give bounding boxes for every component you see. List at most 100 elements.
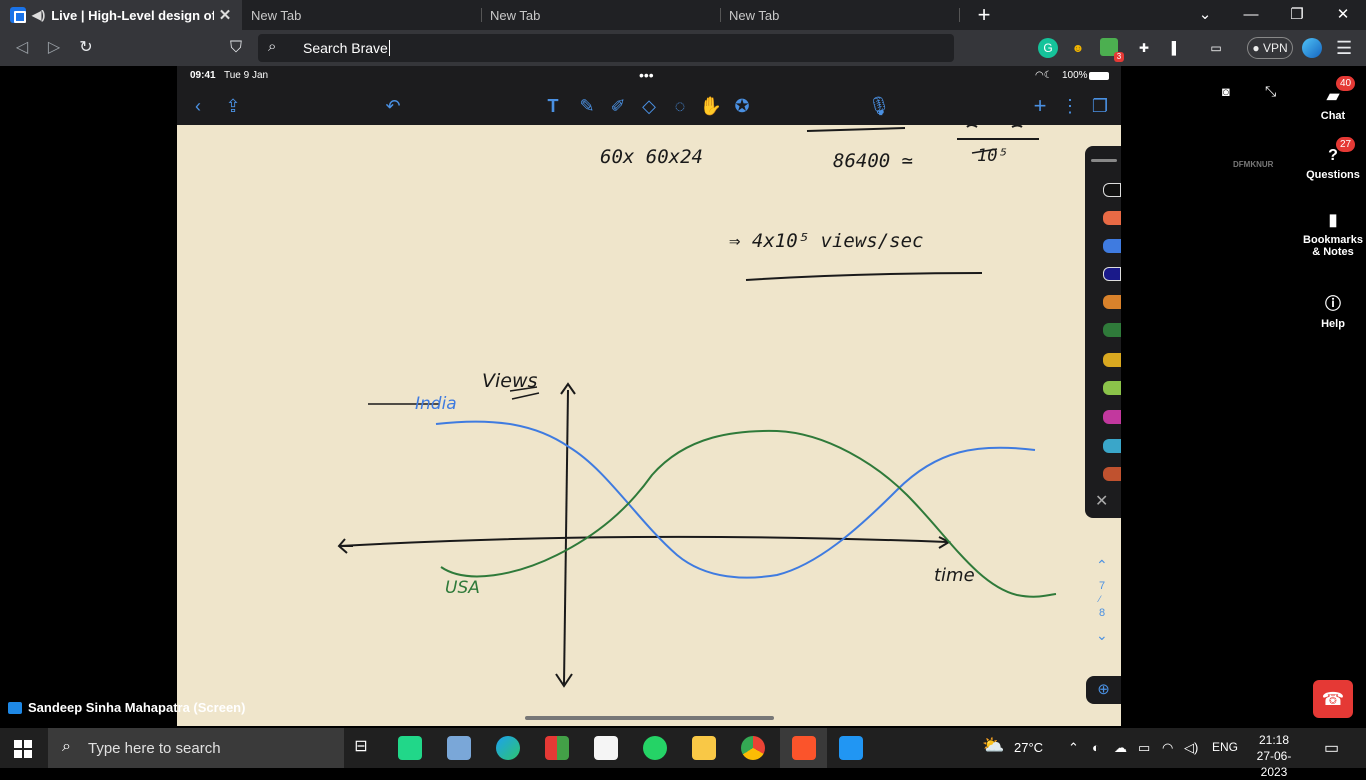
palette-handle[interactable]	[1091, 159, 1117, 162]
vpn-button[interactable]: ● VPN	[1247, 37, 1293, 59]
presenter-label: Sandeep Sinha Mahapatra (Screen)	[8, 700, 245, 715]
add-page-icon[interactable]: +	[1028, 94, 1052, 118]
questions-badge: 27	[1336, 137, 1356, 152]
ipad-status-bar: 09:41 Tue 9 Jan ••• ◠☾ 100%	[177, 66, 1121, 86]
whiteboard-canvas[interactable]: 60x 60x24 86400 ≃ 10⁵ ⇒ 4x10⁵ views/sec …	[177, 124, 1086, 726]
windows-start-icon[interactable]	[14, 740, 32, 758]
forward-arrow-icon[interactable]: ▷	[42, 36, 66, 60]
close-palette-icon[interactable]: ✕	[1095, 491, 1108, 511]
volume-icon[interactable]: ◁)	[1184, 740, 1198, 756]
lasso-tool-icon[interactable]: ◌	[668, 94, 692, 118]
pen-black[interactable]	[1103, 183, 1121, 197]
reload-icon[interactable]: ↻	[74, 36, 98, 60]
omnibox-text: Search Brave	[303, 40, 388, 56]
grammarly-extension-icon[interactable]: G	[1038, 38, 1058, 58]
page-sep: ⁄	[1099, 594, 1101, 604]
menu-hamburger-icon[interactable]: ☰	[1336, 38, 1352, 59]
more-vertical-icon[interactable]: ⋮	[1058, 94, 1082, 118]
page-up-chevron-icon[interactable]: ⌃	[1096, 557, 1108, 574]
app-cube-icon[interactable]	[447, 736, 471, 760]
highlighter-rust[interactable]	[1103, 467, 1121, 481]
new-tab-button[interactable]: +	[972, 2, 996, 28]
highlighter-lime[interactable]	[1103, 381, 1121, 395]
chat-button[interactable]: ▰ 40 Chat	[1302, 76, 1364, 122]
minimize-button[interactable]: —	[1228, 0, 1274, 30]
close-window-button[interactable]: ✕	[1320, 0, 1366, 30]
language-indicator[interactable]: ENG	[1212, 740, 1238, 754]
weather-icon[interactable]: ⛅	[982, 735, 1004, 756]
highlighter-magenta[interactable]	[1103, 410, 1121, 424]
brave-icon[interactable]	[792, 736, 816, 760]
undo-icon[interactable]: ↶	[381, 94, 405, 118]
tab-new-3[interactable]: New Tab	[720, 0, 959, 30]
back-chevron-icon[interactable]: ‹	[186, 94, 210, 118]
bookmarks-button[interactable]: ▮ Bookmarks & Notes	[1302, 210, 1364, 258]
wallet-icon[interactable]: ▭	[1206, 38, 1226, 58]
person-extension-icon[interactable]: ☻	[1068, 38, 1088, 58]
tab-search-chevron-icon[interactable]: ⌄	[1182, 0, 1228, 30]
speaker-icon[interactable]: ◀)	[32, 8, 45, 22]
taskbar-search-box[interactable]: ⌕ Type here to search	[48, 728, 344, 768]
pen-green[interactable]	[1103, 323, 1121, 337]
questions-button[interactable]: ? 27 Questions	[1302, 137, 1364, 181]
taskbar-search-placeholder: Type here to search	[88, 740, 221, 757]
highlighter-tool-icon[interactable]: ✐	[606, 94, 630, 118]
close-tab-icon[interactable]: ✕	[214, 6, 236, 24]
omnibox[interactable]: ⌕ Search Brave	[258, 34, 954, 62]
camera-off-icon[interactable]: ◙	[1222, 84, 1230, 99]
battery-tray-icon[interactable]: ▭	[1138, 740, 1150, 756]
screen-scrollbar[interactable]	[525, 716, 774, 720]
battery-icon	[1089, 72, 1109, 80]
cloud-icon[interactable]: ☁	[1114, 740, 1127, 756]
whatsapp-icon[interactable]	[643, 736, 667, 760]
file-explorer-icon[interactable]	[692, 736, 716, 760]
store-icon[interactable]	[594, 736, 618, 760]
tray-app-icon[interactable]: ◐	[1092, 740, 1100, 755]
tab-new-2[interactable]: New Tab	[481, 0, 720, 30]
sidebar-icon[interactable]: ▌	[1166, 38, 1186, 58]
task-view-icon[interactable]: ⊟	[349, 736, 373, 760]
extension-badge: 3	[1114, 52, 1124, 62]
pen-orange[interactable]	[1103, 295, 1121, 309]
tray-chevron-icon[interactable]: ⌃	[1068, 740, 1079, 756]
laser-tool-icon[interactable]: ✪	[730, 94, 754, 118]
back-arrow-icon[interactable]: ◁	[10, 36, 34, 60]
vscode-icon[interactable]	[839, 736, 863, 760]
highlighter-yellow[interactable]	[1103, 353, 1121, 367]
profile-avatar[interactable]	[1302, 38, 1322, 58]
office-icon[interactable]	[545, 736, 569, 760]
pen-tool-icon[interactable]: ✎	[575, 94, 599, 118]
highlighter-cyan[interactable]	[1103, 439, 1121, 453]
shapes-tool-icon[interactable]: ✋	[699, 94, 723, 118]
pages-icon[interactable]: ❐	[1088, 94, 1112, 118]
wifi-tray-icon[interactable]: ◠	[1162, 740, 1173, 756]
tab-live[interactable]: ◀) Live | High-Level design of You ✕	[0, 0, 242, 30]
page-down-chevron-icon[interactable]: ⌄	[1096, 627, 1108, 644]
tab-new-1[interactable]: New Tab	[242, 0, 481, 30]
microphone-icon[interactable]: 🎙	[867, 94, 891, 118]
end-call-button[interactable]: ☎	[1313, 680, 1353, 718]
restore-button[interactable]: ❐	[1274, 0, 1320, 30]
pycharm-icon[interactable]	[398, 736, 422, 760]
help-button[interactable]: ⓘ Help	[1302, 290, 1364, 330]
share-icon[interactable]: ⇪	[221, 94, 245, 118]
pen-navy-selected[interactable]	[1103, 267, 1121, 281]
bookmark-icon[interactable]: ⛉	[224, 36, 248, 60]
presenter-name: Sandeep Sinha Mahapatra (Screen)	[28, 700, 246, 715]
system-clock[interactable]: 21:18 27-06-2023	[1244, 732, 1304, 780]
formula-86400: 86400 ≃	[833, 150, 913, 172]
collapse-icon[interactable]: ⤡	[1265, 83, 1276, 100]
pen-orange-red[interactable]	[1103, 211, 1121, 225]
edge-icon[interactable]	[496, 736, 520, 760]
pen-blue[interactable]	[1103, 239, 1121, 253]
notifications-icon[interactable]: ▭	[1324, 738, 1339, 758]
extensions-puzzle-icon[interactable]: ✚	[1134, 38, 1154, 58]
text-tool-icon[interactable]: T	[541, 94, 565, 118]
zoom-icon[interactable]: ⊕	[1086, 676, 1121, 704]
ipad-date: Tue 9 Jan	[224, 70, 269, 81]
chrome-icon[interactable]	[741, 736, 765, 760]
eraser-tool-icon[interactable]: ◇	[637, 94, 661, 118]
meeting-code: DFMKNUR	[1233, 160, 1274, 169]
windows-taskbar: ⌕ Type here to search ⊟ ⛅ 27°C ⌃ ◐ ☁ ▭ ◠…	[0, 728, 1366, 779]
extension-icon[interactable]: 3	[1100, 38, 1124, 62]
